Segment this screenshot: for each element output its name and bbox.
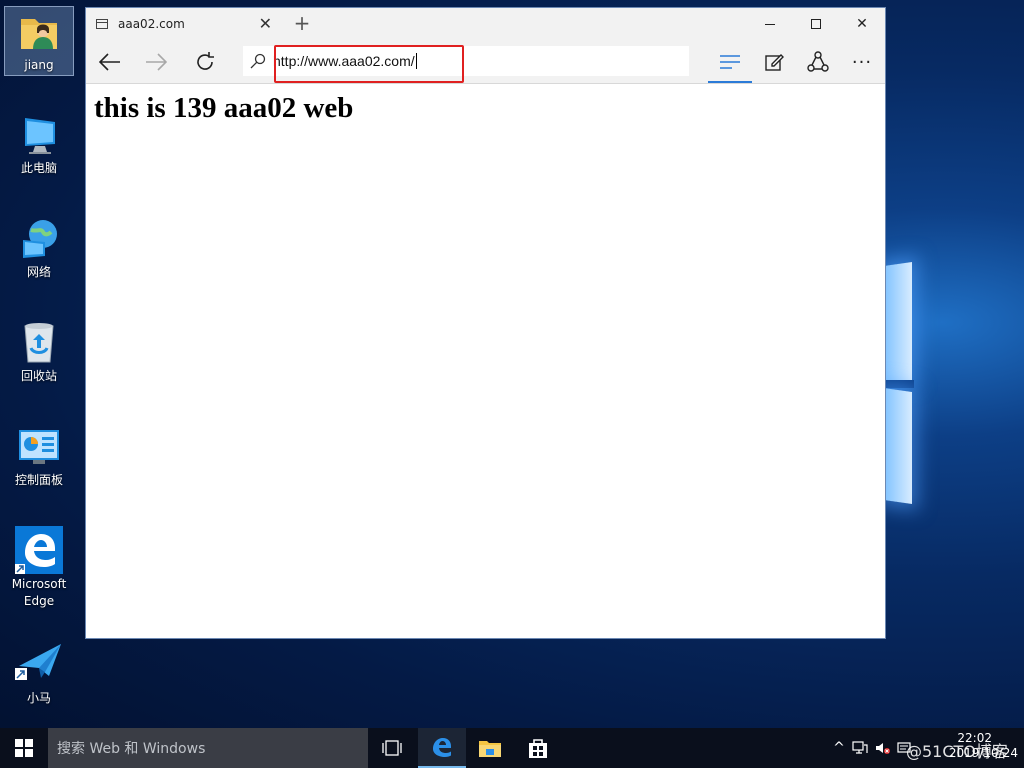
search-placeholder: 搜索 Web 和 Windows [57,741,206,757]
new-tab-button[interactable]: + [292,11,312,35]
refresh-button[interactable] [183,40,227,84]
edge-taskbar-icon [433,738,451,757]
web-note-icon [765,54,784,71]
desktop-icon-edge[interactable]: Microsoft Edge [4,526,74,610]
user-folder-icon [15,7,63,55]
desktop-icon-label: 回收站 [20,369,57,383]
desktop-icon-xiaoma[interactable]: 小马 [4,640,74,707]
desktop-icon-recycle-bin[interactable]: 回收站 [4,318,74,385]
desktop-icon-label: jiang [24,58,54,72]
desktop-icon-label: 此电脑 [20,161,57,175]
search-icon [243,53,273,69]
computer-icon [15,110,63,158]
start-button[interactable] [0,728,48,768]
folder-icon [479,741,501,757]
taskbar-store-button[interactable] [514,728,562,768]
minimize-button[interactable] [747,8,793,40]
desktop-icon-label: 控制面板 [14,473,63,487]
tab-title: aaa02.com [118,17,185,31]
refresh-icon [197,52,214,70]
tab-close-icon[interactable]: ✕ [259,14,272,33]
desktop-icon-user[interactable]: jiang [4,6,74,76]
network-status-icon[interactable] [848,741,872,755]
store-icon [529,739,547,758]
taskbar-file-explorer-button[interactable] [466,728,514,768]
maximize-button[interactable] [793,8,839,40]
browser-tab[interactable]: aaa02.com ✕ [86,8,282,40]
web-note-button[interactable] [752,40,796,84]
forward-arrow-icon [146,53,167,71]
back-arrow-icon [99,53,120,71]
address-highlight-annotation [274,45,464,83]
desktop-icon-label: Microsoft Edge [11,577,67,608]
page-heading: this is 139 aaa02 web [94,92,354,124]
tab-bar: aaa02.com ✕ + ✕ [86,8,885,40]
windows-start-icon [15,739,33,757]
close-window-button[interactable]: ✕ [839,8,885,40]
edge-browser-window: aaa02.com ✕ + ✕ http://www.aaa02.com/ ··… [85,7,886,639]
chevron-up-icon[interactable]: ^ [830,740,848,756]
desktop-icon-this-pc[interactable]: 此电脑 [4,110,74,177]
taskbar: 搜索 Web 和 Windows ^ 22:02 2019/10/24 [0,728,1024,768]
hub-active-indicator [708,81,752,83]
task-view-button[interactable] [368,728,416,768]
desktop-icon-label: 小马 [26,691,51,705]
hub-icon [720,55,740,69]
network-icon [15,214,63,262]
system-tray: ^ [830,728,914,768]
edge-icon [15,526,63,574]
volume-muted-icon[interactable] [872,741,894,755]
forward-button[interactable] [134,40,178,84]
control-panel-icon [15,422,63,470]
more-actions-button[interactable]: ··· [840,40,884,84]
task-view-icon [382,740,402,756]
windows-logo-wallpaper [884,250,914,510]
page-content: this is 139 aaa02 web [86,84,885,133]
navigation-bar: http://www.aaa02.com/ ··· [86,40,885,84]
taskbar-search-box[interactable]: 搜索 Web 和 Windows [48,728,368,768]
hub-button[interactable] [708,40,752,84]
page-icon [96,19,108,29]
taskbar-edge-button[interactable] [418,728,466,768]
recycle-bin-icon [15,318,63,366]
desktop-icon-label: 网络 [26,265,51,279]
desktop-icon-control-panel[interactable]: 控制面板 [4,422,74,489]
back-button[interactable] [88,40,132,84]
share-icon [807,51,829,72]
share-button[interactable] [796,40,840,84]
desktop-icon-network[interactable]: 网络 [4,214,74,281]
watermark-text: @51CTO博客 [906,742,1008,761]
paper-plane-icon [15,640,63,688]
